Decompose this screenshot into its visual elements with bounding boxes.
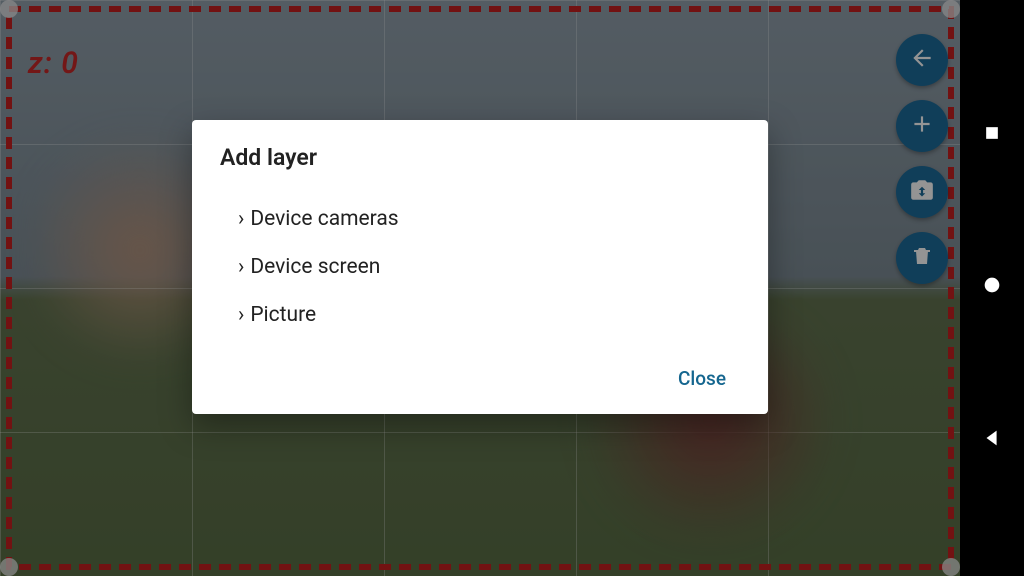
option-device-screen[interactable]: ›Device screen — [220, 243, 740, 291]
close-button[interactable]: Close — [664, 357, 740, 400]
add-layer-dialog: Add layer ›Device cameras ›Device screen… — [192, 120, 768, 414]
dialog-title: Add layer — [220, 144, 740, 171]
square-icon — [982, 128, 1002, 147]
circle-icon — [981, 281, 1003, 300]
option-picture[interactable]: ›Picture — [220, 291, 740, 339]
nav-home-button[interactable] — [981, 274, 1003, 300]
system-nav-bar — [960, 0, 1024, 576]
chevron-right-icon: › — [238, 207, 244, 231]
chevron-right-icon: › — [238, 303, 244, 327]
nav-back-button[interactable] — [981, 427, 1003, 453]
dialog-actions: Close — [220, 357, 740, 400]
triangle-back-icon — [981, 434, 1003, 453]
option-label: Device screen — [250, 255, 380, 279]
option-device-cameras[interactable]: ›Device cameras — [220, 195, 740, 243]
option-label: Picture — [250, 303, 316, 327]
nav-recent-button[interactable] — [982, 123, 1002, 147]
dialog-option-list: ›Device cameras ›Device screen ›Picture — [220, 195, 740, 339]
chevron-right-icon: › — [238, 255, 244, 279]
option-label: Device cameras — [250, 207, 398, 231]
